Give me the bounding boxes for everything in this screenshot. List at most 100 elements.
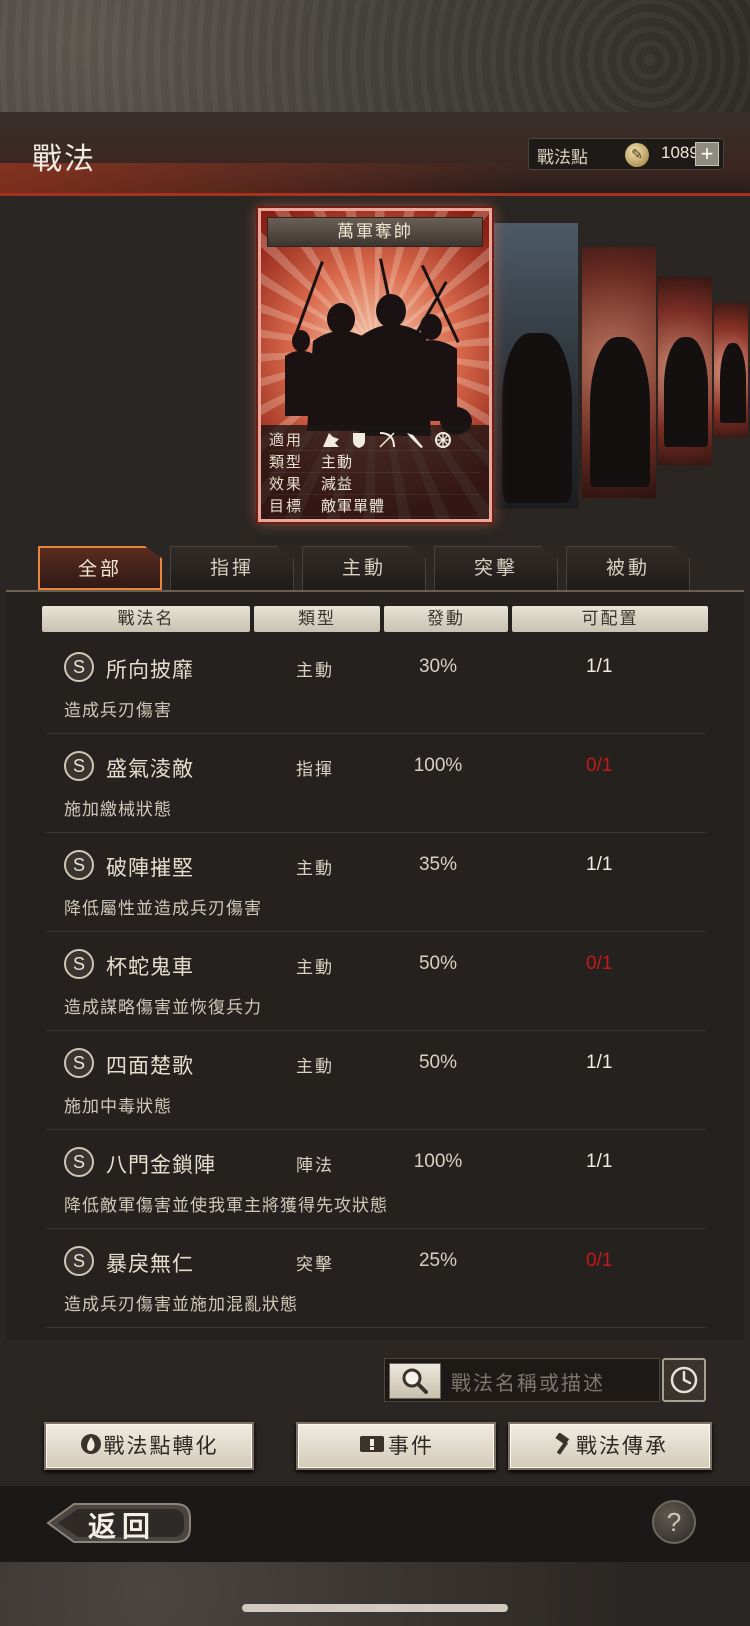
card-info-row: 類型 主動 — [269, 451, 481, 473]
convert-points-button[interactable]: 戰法點轉化 — [44, 1422, 254, 1470]
tactic-description: 造成兵刃傷害並施加混亂狀態 — [64, 1295, 298, 1315]
wheel-icon — [435, 431, 451, 448]
tactic-card-preview[interactable] — [656, 275, 714, 467]
tactic-slots: 1/1 — [586, 854, 613, 875]
tactic-points-value: 1089 — [661, 143, 699, 162]
column-header-slots[interactable]: 可配置 — [512, 606, 708, 632]
card-info-row: 適用 — [269, 429, 481, 451]
tactic-name: 暴戾無仁 — [106, 1252, 194, 1276]
card-info-row: 目標 敵軍單體 — [269, 495, 481, 517]
clock-icon — [670, 1366, 698, 1394]
tactic-row[interactable]: S 暴戾無仁 突擊 25% 0/1 造成兵刃傷害並施加混亂狀態 — [46, 1234, 706, 1328]
tactic-description: 造成謀略傷害並恢復兵力 — [64, 998, 262, 1018]
tactic-description: 降低敵軍傷害並使我軍主將獲得先攻狀態 — [64, 1196, 388, 1216]
flame-icon — [80, 1426, 102, 1470]
tactic-rate: 30% — [418, 656, 458, 677]
card-info-key: 目標 — [269, 497, 304, 515]
convert-points-label: 戰法點轉化 — [103, 1434, 219, 1458]
card-info-key: 適用 — [269, 431, 304, 449]
tactic-row[interactable]: S 破陣摧堅 主動 35% 1/1 降低屬性並造成兵刃傷害 — [46, 838, 706, 932]
column-header-name[interactable]: 戰法名 — [42, 606, 250, 632]
tactic-description: 造成兵刃傷害 — [64, 701, 172, 721]
grade-badge: S — [64, 652, 94, 682]
search-button[interactable] — [389, 1363, 441, 1399]
tactic-row[interactable]: S 所向披靡 主動 30% 1/1 造成兵刃傷害 — [46, 640, 706, 734]
events-label: 事件 — [388, 1434, 434, 1458]
card-info-value: 主動 — [321, 453, 354, 471]
column-header-rate[interactable]: 發動 — [384, 606, 508, 632]
search-field[interactable]: 戰法名稱或描述 — [384, 1358, 660, 1402]
tactic-rate: 50% — [418, 953, 458, 974]
tactic-points-label: 戰法點 — [537, 148, 588, 168]
tactic-inherit-label: 戰法傳承 — [576, 1434, 668, 1458]
tab-all[interactable]: 全部 — [38, 546, 162, 590]
spear-icon — [407, 432, 423, 448]
tab-command[interactable]: 指揮 — [170, 546, 294, 590]
feather-coin-icon: ✎ — [625, 143, 649, 167]
tactic-type: 主動 — [296, 859, 334, 879]
grade-badge: S — [64, 949, 94, 979]
tactic-description: 施加繳械狀態 — [64, 800, 172, 820]
tactic-card-preview[interactable] — [712, 301, 750, 439]
arms-icons — [321, 429, 481, 450]
tactic-slots: 0/1 — [586, 953, 613, 974]
home-indicator[interactable] — [242, 1604, 508, 1612]
card-info-value: 減益 — [321, 475, 354, 493]
card-info-key: 效果 — [269, 475, 304, 493]
tactic-inherit-button[interactable]: 戰法傳承 — [508, 1422, 712, 1470]
help-button[interactable]: ? — [652, 1500, 696, 1544]
tactic-rate: 100% — [413, 1151, 463, 1172]
tactic-name: 破陣摧堅 — [106, 856, 194, 880]
grade-badge: S — [64, 1048, 94, 1078]
history-button[interactable] — [662, 1358, 706, 1402]
tactic-slots: 0/1 — [586, 755, 613, 776]
tactic-rate: 25% — [418, 1250, 458, 1271]
tactic-slots: 1/1 — [586, 1151, 613, 1172]
tactic-row[interactable]: S 四面楚歌 主動 50% 1/1 施加中毒狀態 — [46, 1036, 706, 1130]
column-header-type[interactable]: 類型 — [254, 606, 380, 632]
tactic-type: 主動 — [296, 1057, 334, 1077]
bow-icon — [379, 431, 395, 448]
tactic-rate: 50% — [418, 1052, 458, 1073]
card-info-value: 敵軍單體 — [321, 497, 386, 515]
tactic-name: 四面楚歌 — [106, 1054, 194, 1078]
tactic-name: 盛氣淩敵 — [106, 757, 194, 781]
tab-passive[interactable]: 被動 — [566, 546, 690, 590]
grade-badge: S — [64, 1246, 94, 1276]
shield-icon — [353, 432, 365, 448]
grade-badge: S — [64, 850, 94, 880]
bottom-background — [0, 1562, 750, 1626]
tactic-slots: 1/1 — [586, 656, 613, 677]
tactic-card-preview[interactable] — [580, 245, 658, 500]
card-info-row: 效果 減益 — [269, 473, 481, 495]
tactic-rate: 100% — [413, 755, 463, 776]
tactic-points-panel: 戰法點 ✎ 1089 + — [528, 138, 724, 170]
back-label: 返回 — [88, 1510, 157, 1543]
tab-active[interactable]: 主動 — [302, 546, 426, 590]
tactic-type: 陣法 — [296, 1156, 334, 1176]
tactic-type: 突擊 — [296, 1255, 334, 1275]
tactic-description: 施加中毒狀態 — [64, 1097, 172, 1117]
tactic-row[interactable]: S 八門金鎖陣 陣法 100% 1/1 降低敵軍傷害並使我軍主將獲得先攻狀態 — [46, 1135, 706, 1229]
hammer-icon — [552, 1426, 574, 1470]
category-tabs: 全部 指揮 主動 突擊 被動 — [38, 546, 698, 590]
page-title: 戰法 — [32, 142, 96, 177]
events-button[interactable]: 事件 — [296, 1422, 496, 1470]
magnifier-icon — [402, 1368, 428, 1394]
card-info-panel: 適用 類型 主動 效果 減益 目標 敵軍單體 — [261, 425, 489, 519]
tactic-type: 指揮 — [296, 760, 334, 780]
tactic-row[interactable]: S 杯蛇鬼車 主動 50% 0/1 造成謀略傷害並恢復兵力 — [46, 937, 706, 1031]
add-points-button[interactable]: + — [695, 142, 719, 166]
tactic-name: 杯蛇鬼車 — [106, 955, 194, 979]
tab-assault[interactable]: 突擊 — [434, 546, 558, 590]
top-background — [0, 0, 750, 112]
search-placeholder: 戰法名稱或描述 — [451, 1371, 605, 1395]
grade-badge: S — [64, 1147, 94, 1177]
selected-tactic-card[interactable]: 萬軍奪帥 適用 類型 主動 效果 減益 目標 敵軍單體 — [258, 208, 492, 522]
tactic-name: 所向披靡 — [106, 658, 194, 682]
tactic-description: 降低屬性並造成兵刃傷害 — [64, 899, 262, 919]
grade-badge: S — [64, 751, 94, 781]
tactic-row[interactable]: S 盛氣淩敵 指揮 100% 0/1 施加繳械狀態 — [46, 739, 706, 833]
tactic-card-preview[interactable] — [490, 221, 580, 511]
card-info-key: 類型 — [269, 453, 304, 471]
